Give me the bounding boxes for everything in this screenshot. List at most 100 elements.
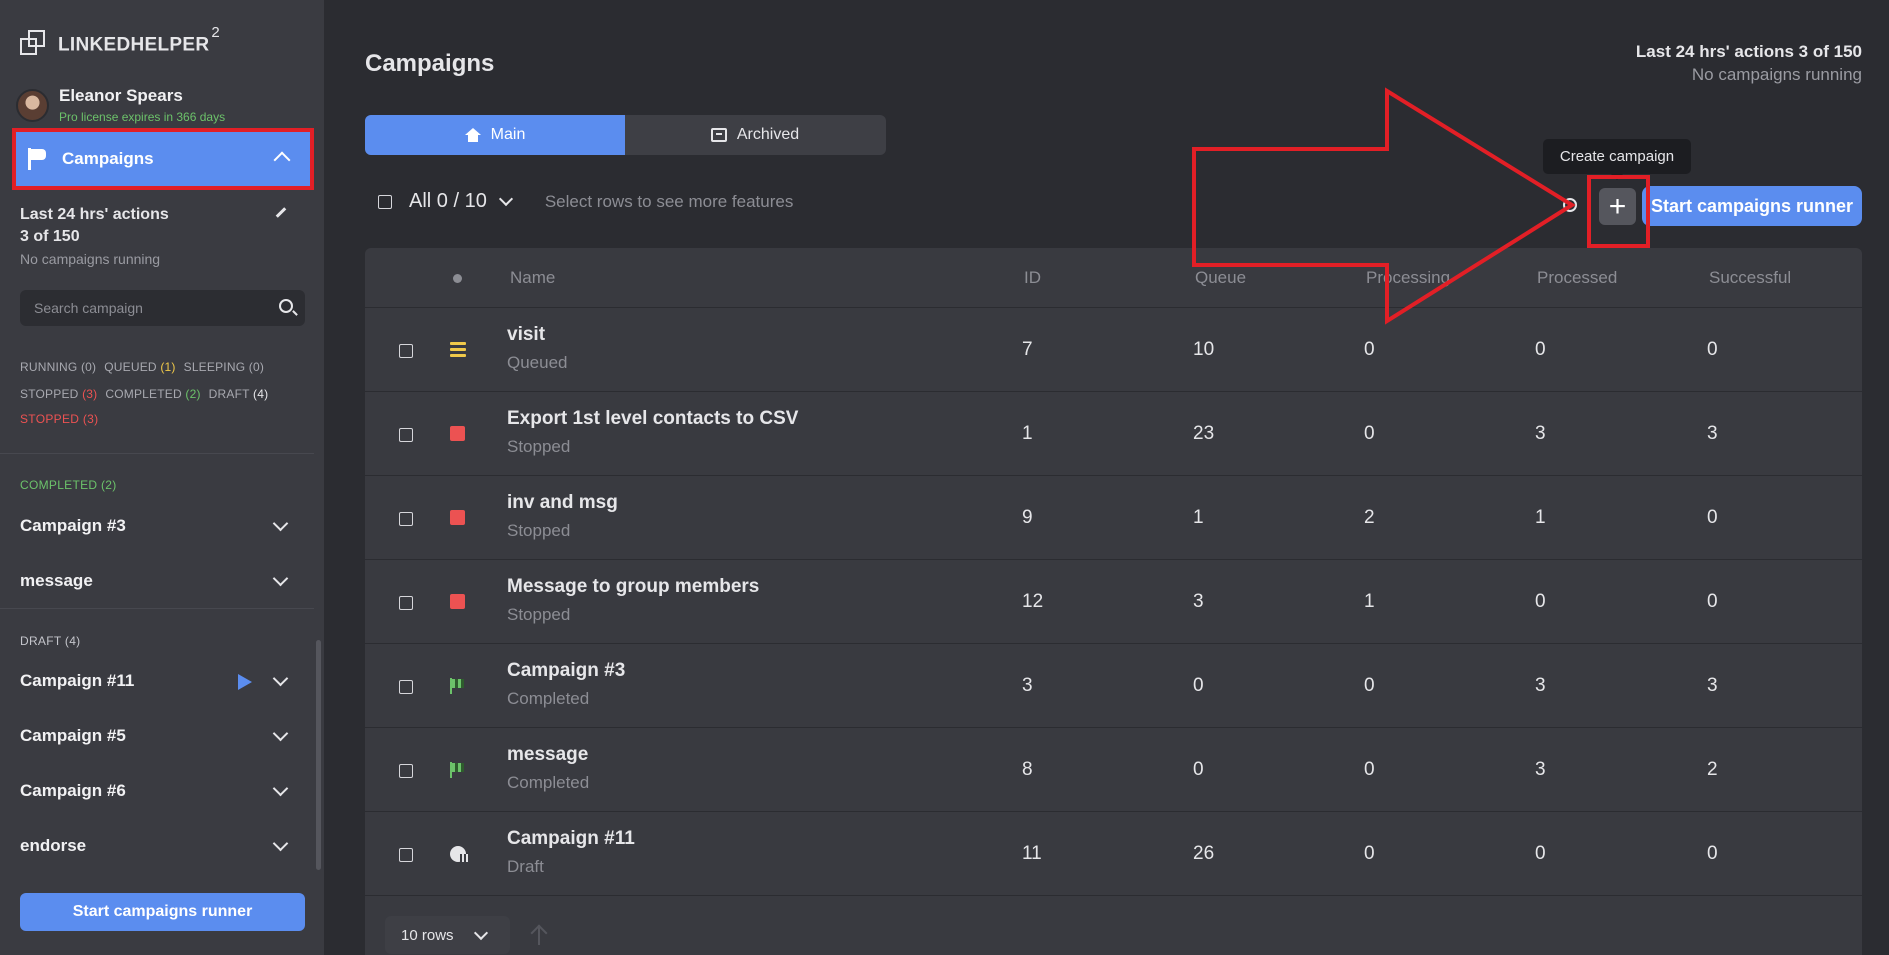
campaign-status: Draft	[507, 857, 544, 876]
campaign-status: Queued	[507, 353, 568, 372]
search-icon[interactable]	[279, 299, 293, 313]
column-id[interactable]: ID	[1024, 268, 1041, 288]
stopped-icon	[450, 510, 465, 525]
campaign-name[interactable]: Campaign #11	[507, 828, 635, 850]
start-campaigns-runner-button[interactable]: Start campaigns runner	[1642, 186, 1862, 226]
sidebar-item-campaign-6[interactable]: Campaign #6	[20, 778, 294, 804]
campaign-name[interactable]: inv and msg	[507, 492, 618, 514]
campaign-status: Completed	[507, 689, 590, 708]
scroll-top-arrow-icon[interactable]	[532, 925, 546, 945]
cell-processing: 0	[1364, 339, 1375, 360]
filter-sleeping[interactable]: SLEEPING (0)	[184, 360, 264, 374]
chevron-down-icon[interactable]	[272, 570, 289, 587]
flag-icon	[26, 148, 48, 170]
cell-id: 11	[1022, 843, 1042, 864]
row-checkbox[interactable]	[399, 344, 413, 358]
sidebar-item-campaign-3[interactable]: Campaign #3	[20, 513, 294, 539]
campaign-status: Stopped	[507, 437, 571, 456]
chevron-down-icon[interactable]	[272, 515, 289, 532]
cell-id: 8	[1022, 759, 1033, 780]
tab-archived[interactable]: Archived	[625, 115, 885, 155]
row-checkbox[interactable]	[399, 512, 413, 526]
chevron-down-icon[interactable]	[272, 670, 289, 687]
divider	[0, 608, 314, 609]
campaign-name[interactable]: Message to group members	[507, 576, 759, 598]
tab-main[interactable]: Main	[365, 115, 625, 155]
select-all-checkbox[interactable]	[378, 194, 392, 209]
status-counts-row-1: RUNNING (0) QUEUED (1) SLEEPING (0)	[20, 360, 264, 374]
cell-id: 9	[1022, 507, 1033, 528]
table-row[interactable]: Export 1st level contacts to CSV Stopped…	[365, 392, 1862, 476]
campaign-tabs: Main Archived	[365, 115, 886, 155]
filter-draft[interactable]: DRAFT (4)	[209, 387, 269, 401]
nav-campaigns[interactable]: Campaigns	[12, 128, 314, 190]
sidebar-item-endorse[interactable]: endorse	[20, 833, 294, 859]
chevron-down-icon[interactable]	[272, 725, 289, 742]
filter-stopped[interactable]: STOPPED (3)	[20, 387, 97, 401]
column-name[interactable]: Name	[510, 268, 555, 288]
cell-queue: 1	[1193, 507, 1204, 528]
cell-queue: 26	[1193, 843, 1215, 864]
filter-completed[interactable]: COMPLETED (2)	[105, 387, 200, 401]
logo-icon	[20, 30, 46, 56]
row-checkbox[interactable]	[399, 428, 413, 442]
sidebar-scrollbar[interactable]	[316, 640, 321, 870]
rows-per-page-select[interactable]: 10 rows	[385, 916, 510, 954]
checkered-flag-icon	[450, 762, 464, 778]
sidebar-start-runner-button[interactable]: Start campaigns runner	[20, 893, 305, 931]
chevron-up-icon[interactable]	[273, 151, 291, 169]
stopped-icon	[450, 594, 465, 609]
column-successful[interactable]: Successful	[1709, 268, 1791, 288]
actions-title: Last 24 hrs' actions	[20, 206, 169, 223]
table-row[interactable]: Campaign #3 Completed 3 0 0 3 3	[365, 644, 1862, 728]
selection-dropdown[interactable]: All 0 / 10	[409, 190, 513, 213]
annotation-highlight-box	[1587, 175, 1650, 248]
cell-processing: 0	[1364, 423, 1375, 444]
table-row[interactable]: Campaign #11 Draft 11 26 0 0 0	[365, 812, 1862, 896]
cell-queue: 10	[1193, 339, 1215, 360]
campaign-name[interactable]: Campaign #3	[507, 660, 625, 682]
annotation-arrow	[1192, 87, 1576, 325]
campaign-name[interactable]: Export 1st level contacts to CSV	[507, 408, 798, 430]
filter-running[interactable]: RUNNING (0)	[20, 360, 96, 374]
app-logo[interactable]: LINKEDHELPER2	[20, 24, 220, 56]
row-checkbox[interactable]	[399, 596, 413, 610]
section-stopped: STOPPED (3)	[20, 412, 99, 426]
chevron-down-icon[interactable]	[272, 780, 289, 797]
campaign-search[interactable]	[20, 290, 305, 326]
selection-hint: Select rows to see more features	[544, 191, 794, 211]
chevron-down-icon[interactable]	[272, 835, 289, 852]
sidebar-item-campaign-5[interactable]: Campaign #5	[20, 723, 294, 749]
sidebar-item-campaign-11[interactable]: Campaign #11	[20, 668, 294, 694]
campaign-name[interactable]: message	[507, 744, 588, 766]
cell-queue: 23	[1193, 423, 1215, 444]
cell-processed: 3	[1535, 675, 1546, 696]
table-row[interactable]: visit Queued 7 10 0 0 0	[365, 308, 1862, 392]
filter-queued[interactable]: QUEUED (1)	[104, 360, 175, 374]
sidebar-item-message[interactable]: message	[20, 568, 294, 594]
cell-successful: 2	[1707, 759, 1718, 780]
campaign-status: Completed	[507, 773, 590, 792]
row-checkbox[interactable]	[399, 848, 413, 862]
section-completed: COMPLETED (2)	[20, 478, 117, 492]
user-name: Eleanor Spears	[59, 86, 183, 105]
checkered-flag-icon	[450, 678, 464, 694]
cell-processed: 0	[1535, 591, 1546, 612]
row-checkbox[interactable]	[399, 680, 413, 694]
search-input[interactable]	[34, 300, 254, 316]
app-name: LINKEDHELPER	[58, 34, 210, 56]
play-icon[interactable]	[238, 674, 252, 690]
campaign-status: Stopped	[507, 521, 571, 540]
cell-processing: 0	[1364, 675, 1375, 696]
nav-campaigns-label: Campaigns	[62, 149, 154, 168]
table-row[interactable]: inv and msg Stopped 9 1 2 1 0	[365, 476, 1862, 560]
table-row[interactable]: message Completed 8 0 0 3 2	[365, 728, 1862, 812]
campaign-name[interactable]: visit	[507, 324, 545, 346]
user-profile[interactable]: Eleanor Spears Pro license expires in 36…	[16, 86, 225, 124]
status-counts-row-2: STOPPED (3) COMPLETED (2) DRAFT (4)	[20, 387, 268, 401]
cell-id: 3	[1022, 675, 1033, 696]
cell-queue: 3	[1193, 591, 1204, 612]
table-row[interactable]: Message to group members Stopped 12 3 1 …	[365, 560, 1862, 644]
status-dot-icon	[453, 274, 462, 283]
row-checkbox[interactable]	[399, 764, 413, 778]
